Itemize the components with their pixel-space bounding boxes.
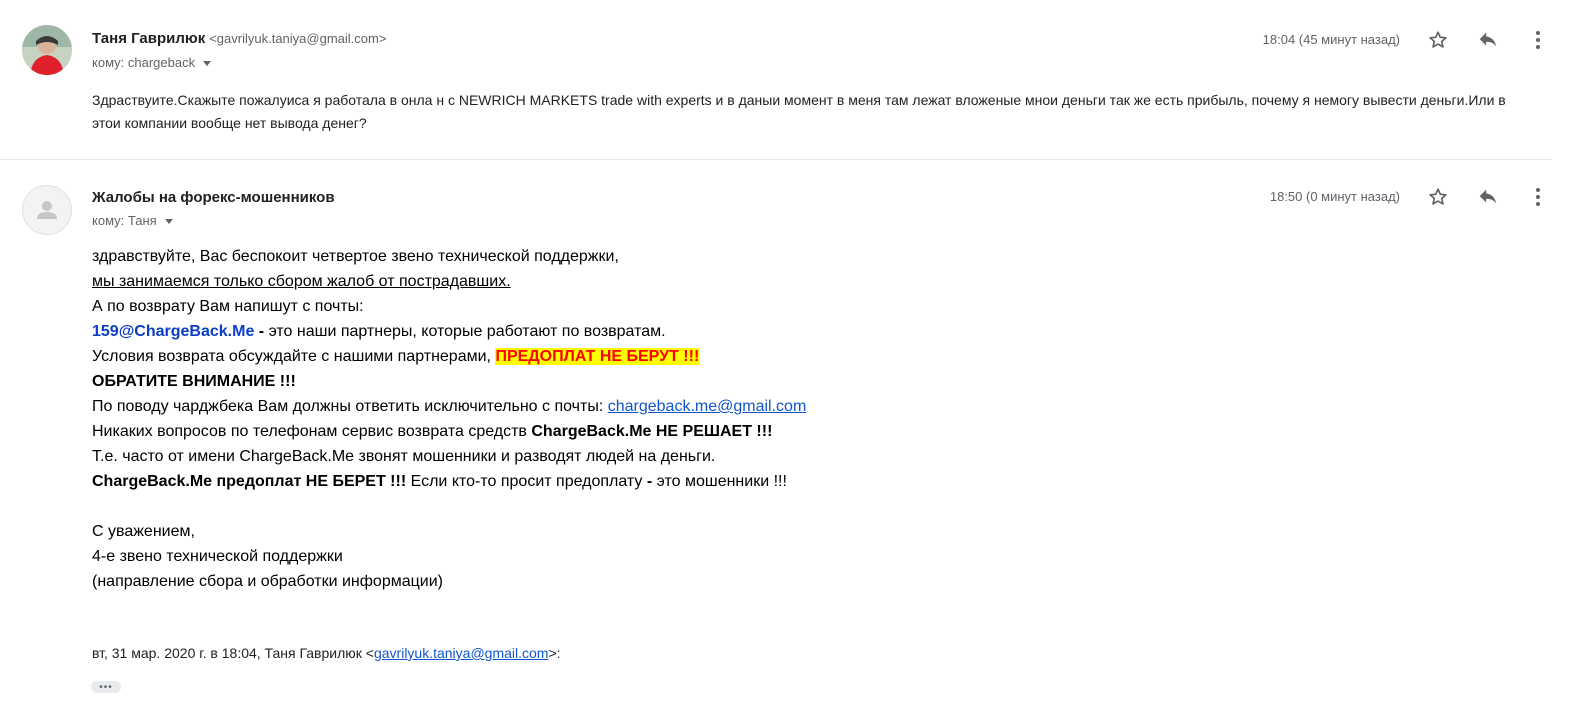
reply-button[interactable] bbox=[1476, 28, 1500, 52]
reply-arrow-icon bbox=[1479, 189, 1497, 204]
body-line: Т.е. часто от имени ChargeBack.Me звонят… bbox=[92, 448, 716, 465]
star-outline-icon bbox=[1429, 31, 1447, 48]
body-line: Никаких вопросов по телефонам сервис воз… bbox=[92, 419, 1192, 444]
body-text: Если кто-то просит предоплату bbox=[406, 473, 647, 490]
highlighted-warning: ПРЕДОПЛАТ НЕ БЕРУТ !!! bbox=[495, 348, 700, 365]
body-text: это наши партнеры, которые работают по в… bbox=[268, 323, 666, 340]
sender-name-text: Таня Гаврилюк bbox=[92, 30, 206, 47]
more-options-button[interactable] bbox=[1526, 185, 1550, 209]
body-line: ChargeBack.Me предоплат НЕ БЕРЕТ !!! Есл… bbox=[92, 469, 1192, 494]
sender-avatar[interactable] bbox=[22, 185, 72, 235]
partner-email: 159@ChargeBack.Me bbox=[92, 323, 255, 340]
body-line: 159@ChargeBack.Me - это наши партнеры, к… bbox=[92, 319, 1192, 344]
signature-line: (направление сбора и обработки информаци… bbox=[92, 573, 443, 590]
recipient-details[interactable]: кому: Таня bbox=[92, 213, 173, 228]
reply-arrow-icon bbox=[1479, 32, 1497, 47]
email-thread: Таня Гаврилюк <gavrilyuk.taniya@gmail.com… bbox=[0, 0, 1580, 715]
chevron-down-icon[interactable] bbox=[203, 61, 212, 67]
chargeback-email-link[interactable]: chargeback.me@gmail.com bbox=[608, 398, 807, 415]
chevron-down-icon[interactable] bbox=[164, 219, 173, 225]
quote-prefix: вт, 31 мар. 2020 г. в 18:04, Таня Гаврил… bbox=[92, 645, 374, 661]
signature-line: 4-е звено технической поддержки bbox=[92, 548, 343, 565]
message-body: Здраствуите.Скажыте пожалуиса я работала… bbox=[92, 92, 1506, 131]
vertical-dots-icon bbox=[1536, 188, 1540, 206]
body-line: По поводу чарджбека Вам должны ответить … bbox=[92, 394, 1192, 419]
bold-text: ChargeBack.Me предоплат НЕ БЕРЕТ !!! bbox=[92, 473, 407, 490]
recipient-label: кому: chargeback bbox=[92, 55, 196, 70]
dash: - bbox=[254, 323, 269, 340]
body-line: здравствуйте, Вас беспокоит четвертое зв… bbox=[92, 248, 619, 265]
attention-heading: ОБРАТИТЕ ВНИМАНИЕ !!! bbox=[92, 373, 296, 390]
body-line-underlined: мы занимаемся только сбором жалоб от пос… bbox=[92, 273, 511, 290]
body-text: По поводу чарджбека Вам должны ответить … bbox=[92, 398, 608, 415]
message-divider bbox=[0, 159, 1552, 160]
vertical-dots-icon bbox=[1536, 31, 1540, 49]
message-body: здравствуйте, Вас беспокоит четвертое зв… bbox=[92, 244, 1192, 594]
sender-email: <gavrilyuk.taniya@gmail.com> bbox=[209, 31, 387, 46]
message-timestamp: 18:50 (0 минут назад) bbox=[1269, 189, 1400, 204]
more-options-button[interactable] bbox=[1526, 28, 1550, 52]
star-button[interactable] bbox=[1426, 28, 1450, 52]
star-button[interactable] bbox=[1426, 185, 1450, 209]
sender-name: Таня Гаврилюк <gavrilyuk.taniya@gmail.com… bbox=[92, 30, 386, 47]
sender-avatar[interactable] bbox=[22, 25, 72, 75]
message-2: Жалобы на форекс-мошенников кому: Таня 1… bbox=[0, 161, 1580, 715]
sender-name: Жалобы на форекс-мошенников bbox=[92, 189, 335, 206]
body-line: Условия возврата обсуждайте с нашими пар… bbox=[92, 344, 1192, 369]
reply-button[interactable] bbox=[1476, 185, 1500, 209]
bold-text: ChargeBack.Me НЕ РЕШАЕТ !!! bbox=[531, 423, 773, 440]
star-outline-icon bbox=[1429, 188, 1447, 205]
quote-email-link[interactable]: gavrilyuk.taniya@gmail.com bbox=[374, 645, 549, 661]
body-line: А по возврату Вам напишут с почты: bbox=[92, 298, 364, 315]
signature-line: С уважением, bbox=[92, 523, 195, 540]
recipient-label: кому: Таня bbox=[92, 213, 157, 228]
message-timestamp: 18:04 (45 минут назад) bbox=[1262, 32, 1400, 47]
default-person-icon bbox=[37, 201, 57, 219]
body-text: это мошенники !!! bbox=[652, 473, 787, 490]
body-text: Никаких вопросов по телефонам сервис воз… bbox=[92, 423, 532, 440]
show-trimmed-content-button[interactable]: ••• bbox=[91, 681, 121, 693]
body-text: Условия возврата обсуждайте с нашими пар… bbox=[92, 348, 496, 365]
quote-suffix: >: bbox=[548, 645, 561, 661]
recipient-details[interactable]: кому: chargeback bbox=[92, 55, 212, 70]
quoted-message-header: вт, 31 мар. 2020 г. в 18:04, Таня Гаврил… bbox=[92, 645, 561, 661]
message-1: Таня Гаврилюк <gavrilyuk.taniya@gmail.com… bbox=[0, 0, 1580, 160]
